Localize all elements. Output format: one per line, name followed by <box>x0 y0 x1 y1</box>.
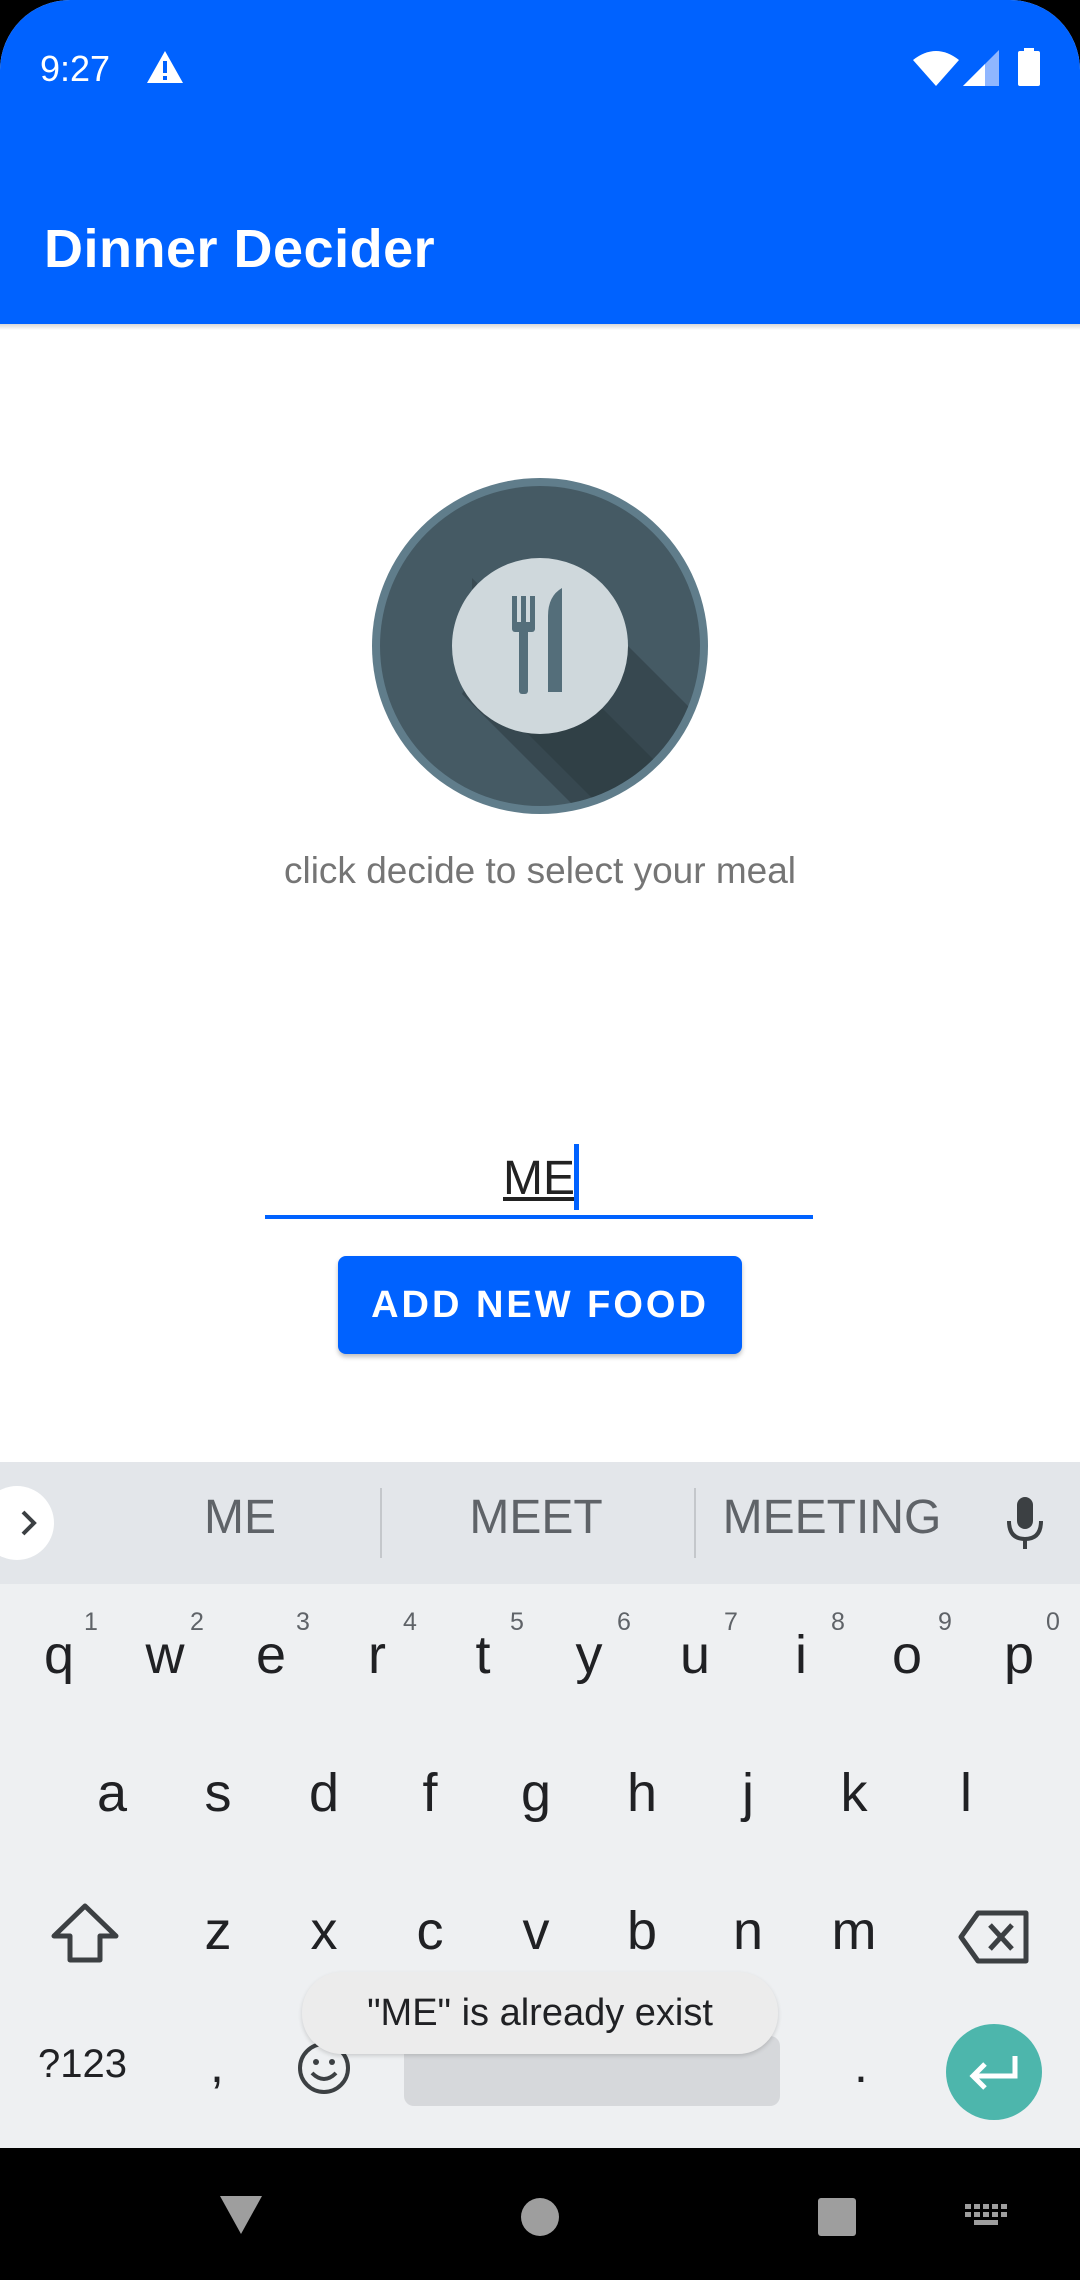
app-bar-shadow <box>0 324 1080 330</box>
keyboard-switch-icon[interactable] <box>965 2204 1009 2230</box>
home-icon[interactable] <box>521 2198 559 2236</box>
app-title: Dinner Decider <box>44 219 436 279</box>
add-new-food-button[interactable]: ADD NEW FOOD <box>338 1256 742 1354</box>
suggestion-2[interactable]: MEET <box>436 1490 636 1545</box>
key-n[interactable]: n <box>703 1900 793 1962</box>
key-hint-5: 5 <box>510 1608 524 1636</box>
key-b[interactable]: b <box>597 1900 687 1962</box>
toast-message: "ME" is already exist <box>302 1972 778 2054</box>
food-name-input[interactable] <box>265 1140 813 1216</box>
suggestion-3[interactable]: MEETING <box>716 1490 948 1545</box>
suggestion-1[interactable]: ME <box>160 1490 320 1545</box>
plate-fork-knife-icon <box>372 478 708 814</box>
battery-icon <box>1018 48 1040 86</box>
key-a[interactable]: a <box>67 1762 157 1824</box>
symbols-key[interactable]: ?123 <box>38 2042 127 2087</box>
key-c[interactable]: c <box>385 1900 475 1962</box>
key-x[interactable]: x <box>279 1900 369 1962</box>
backspace-icon[interactable] <box>958 1910 1030 1964</box>
recents-icon[interactable] <box>818 2198 856 2236</box>
key-j[interactable]: j <box>703 1762 793 1824</box>
key-hint-2: 2 <box>190 1608 204 1636</box>
suggestion-divider <box>380 1488 382 1558</box>
suggestion-divider <box>694 1488 696 1558</box>
text-cursor <box>574 1144 579 1210</box>
decide-hint-text: click decide to select your meal <box>283 850 797 891</box>
key-hint-8: 8 <box>831 1608 845 1636</box>
suggestion-expand-button[interactable] <box>0 1486 54 1560</box>
chevron-right-icon <box>21 1510 37 1536</box>
screen: 9:27 Dinner Decider click decide to sele… <box>0 0 1080 2280</box>
microphone-icon[interactable] <box>1006 1497 1044 1551</box>
app-bar: 9:27 Dinner Decider <box>0 0 1080 324</box>
shift-icon[interactable] <box>50 1902 120 1964</box>
key-d[interactable]: d <box>279 1762 369 1824</box>
key-hint-6: 6 <box>617 1608 631 1636</box>
enter-icon <box>969 2056 1018 2090</box>
warning-icon <box>147 51 183 83</box>
key-v[interactable]: v <box>491 1900 581 1962</box>
back-icon[interactable] <box>218 2194 264 2236</box>
key-comma[interactable]: , <box>210 2036 224 2094</box>
suggestion-strip: ME MEET MEETING <box>0 1462 1080 1584</box>
key-h[interactable]: h <box>597 1762 687 1824</box>
key-hint-0: 0 <box>1046 1608 1060 1636</box>
key-m[interactable]: m <box>809 1900 899 1962</box>
input-underline <box>265 1215 813 1219</box>
key-g[interactable]: g <box>491 1762 581 1824</box>
key-hint-3: 3 <box>296 1608 310 1636</box>
key-l[interactable]: l <box>921 1762 1011 1824</box>
key-z[interactable]: z <box>173 1900 263 1962</box>
status-time: 9:27 <box>40 48 111 89</box>
navigation-bar <box>0 2148 1080 2280</box>
key-hint-1: 1 <box>84 1608 98 1636</box>
key-hint-7: 7 <box>724 1608 738 1636</box>
enter-key[interactable] <box>946 2024 1042 2120</box>
key-hint-4: 4 <box>403 1608 417 1636</box>
key-k[interactable]: k <box>809 1762 899 1824</box>
key-s[interactable]: s <box>173 1762 263 1824</box>
key-hint-9: 9 <box>938 1608 952 1636</box>
signal-icon <box>963 50 999 86</box>
key-period[interactable]: . <box>854 2036 868 2094</box>
wifi-icon <box>913 51 959 86</box>
key-f[interactable]: f <box>385 1762 475 1824</box>
